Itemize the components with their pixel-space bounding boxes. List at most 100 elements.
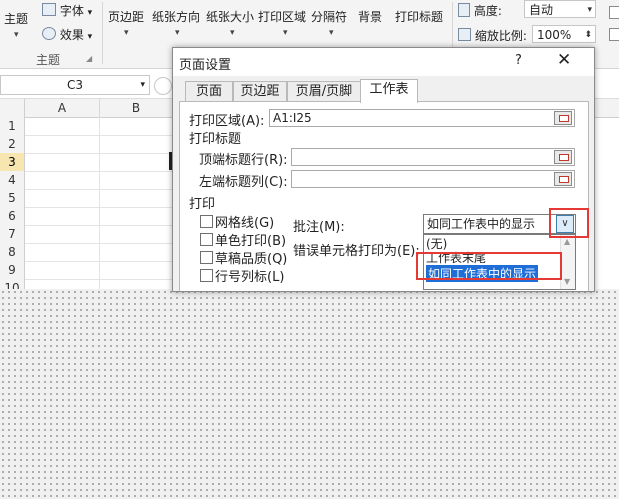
orientation-button[interactable]: 纸张方向	[152, 8, 200, 25]
scroll-down-icon[interactable]: ▼	[564, 277, 570, 286]
height-icon	[458, 3, 470, 17]
breaks-button[interactable]: 分隔符	[311, 8, 347, 25]
range-picker-icon[interactable]	[554, 150, 572, 164]
chevron-down-icon: ▾	[14, 30, 19, 40]
range-picker-icon[interactable]	[554, 172, 572, 186]
row-header-4[interactable]: 4	[0, 171, 25, 190]
black-white-label: 单色打印(B)	[215, 234, 287, 249]
tab-header-footer[interactable]: 页眉/页脚	[287, 81, 361, 102]
grid-line	[25, 135, 180, 136]
row-header-6[interactable]: 6	[0, 207, 25, 226]
row-header-2[interactable]: 2	[0, 135, 25, 154]
row-header-5[interactable]: 5	[0, 189, 25, 208]
tab-page[interactable]: 页面	[185, 81, 233, 102]
scroll-up-icon[interactable]: ▲	[564, 237, 570, 246]
row-col-headings-label: 行号列标(L)	[215, 270, 285, 285]
help-icon[interactable]: ?	[515, 53, 522, 68]
dropdown-scrollbar[interactable]: ▲ ▼	[560, 235, 575, 289]
background-label: 背景	[358, 10, 383, 24]
height-control: 高度:	[458, 2, 502, 19]
scale-control: 缩放比例:	[458, 27, 527, 44]
grid-line	[25, 153, 180, 154]
left-cols-label: 左端标题列(C):	[199, 175, 288, 190]
print-area-input[interactable]: A1:I25	[269, 109, 575, 127]
size-button[interactable]: 纸张大小	[206, 8, 254, 25]
errors-label: 错误单元格打印为(E):	[293, 244, 420, 259]
name-box[interactable]: C3 ▾	[0, 75, 150, 95]
expand-icon: ◢	[86, 54, 93, 63]
grid-line	[25, 171, 180, 172]
highlight-box-dropdown-button	[549, 208, 589, 238]
row-header-8[interactable]: 8	[0, 243, 25, 262]
effects-label: 效果	[59, 28, 84, 42]
left-cols-input[interactable]	[291, 170, 575, 188]
background-button[interactable]: 背景	[358, 8, 382, 25]
margins-label: 页边距	[108, 10, 145, 24]
chevron-down-icon: ▾	[175, 28, 180, 38]
height-value: 自动	[529, 3, 554, 17]
scale-icon	[458, 28, 471, 41]
chevron-down-icon: ▾	[87, 8, 93, 18]
height-label: 高度:	[473, 4, 502, 18]
gridlines-label: 网格线(G)	[215, 216, 275, 231]
draft-label: 草稿品质(Q)	[215, 252, 288, 267]
highlight-box-selected-option	[416, 252, 562, 280]
grid-line	[25, 225, 180, 226]
gridlines-checkbox[interactable]	[200, 215, 213, 228]
row-header-1[interactable]: 1	[0, 117, 25, 136]
height-select[interactable]: 自动 ▾	[524, 0, 596, 18]
grid-line	[25, 243, 180, 244]
grid-line	[25, 279, 180, 280]
black-white-checkbox[interactable]	[200, 233, 213, 246]
comments-label: 批注(M):	[293, 220, 345, 235]
chevron-down-icon: ▾	[283, 28, 288, 38]
effects-icon	[42, 27, 56, 40]
group-label-themes: 主题	[36, 53, 61, 67]
column-header-a[interactable]: A	[25, 99, 100, 117]
scale-label: 缩放比例:	[474, 29, 527, 43]
top-rows-label: 顶端标题行(R):	[199, 153, 288, 168]
gridlines-view-checkbox[interactable]	[609, 6, 619, 19]
fonts-button[interactable]: 字体 ▾	[42, 2, 92, 19]
select-all-corner[interactable]	[0, 99, 25, 117]
themes-label: 主题	[4, 12, 29, 26]
size-label: 纸张大小	[206, 10, 255, 24]
print-heading: 打印	[189, 197, 216, 212]
tab-sheet[interactable]: 工作表	[360, 79, 418, 103]
column-header-b[interactable]: B	[100, 99, 173, 117]
tab-margins[interactable]: 页边距	[233, 81, 287, 102]
print-titles-button[interactable]: 打印标题	[395, 8, 443, 25]
fonts-icon	[42, 3, 56, 16]
print-area-label: 打印区域	[258, 10, 307, 24]
close-icon[interactable]: ✕	[557, 50, 571, 70]
print-area-value: A1:I25	[273, 111, 312, 125]
breaks-label: 分隔符	[311, 10, 348, 24]
dialog-title: 页面设置	[179, 58, 232, 73]
spinner-icon: ⬍	[584, 30, 592, 40]
grid-line	[25, 189, 180, 190]
orientation-label: 纸张方向	[152, 10, 201, 24]
expand-formula-icon[interactable]	[154, 77, 172, 95]
cropped-area	[0, 289, 619, 499]
gridlines-print-checkbox[interactable]	[609, 28, 619, 41]
draft-checkbox[interactable]	[200, 251, 213, 264]
chevron-down-icon: ▾	[124, 28, 129, 38]
grid-line	[25, 207, 180, 208]
grid-line	[25, 261, 180, 262]
scale-value: 100%	[537, 28, 572, 42]
chevron-down-icon: ▾	[140, 80, 145, 90]
top-rows-input[interactable]	[291, 148, 575, 166]
margins-button[interactable]: 页边距	[108, 8, 144, 25]
range-picker-icon[interactable]	[554, 111, 572, 125]
row-header-9[interactable]: 9	[0, 261, 25, 280]
scale-input[interactable]: 100% ⬍	[532, 25, 596, 43]
row-header-3[interactable]: 3	[0, 153, 25, 172]
group-separator	[102, 2, 103, 64]
chevron-down-icon: ▾	[329, 28, 334, 38]
chevron-down-icon: ▾	[587, 5, 592, 15]
row-col-headings-checkbox[interactable]	[200, 269, 213, 282]
themes-button[interactable]: 主题	[4, 10, 28, 27]
effects-button[interactable]: 效果 ▾	[42, 26, 92, 43]
row-header-7[interactable]: 7	[0, 225, 25, 244]
print-area-button[interactable]: 打印区域	[258, 8, 306, 25]
